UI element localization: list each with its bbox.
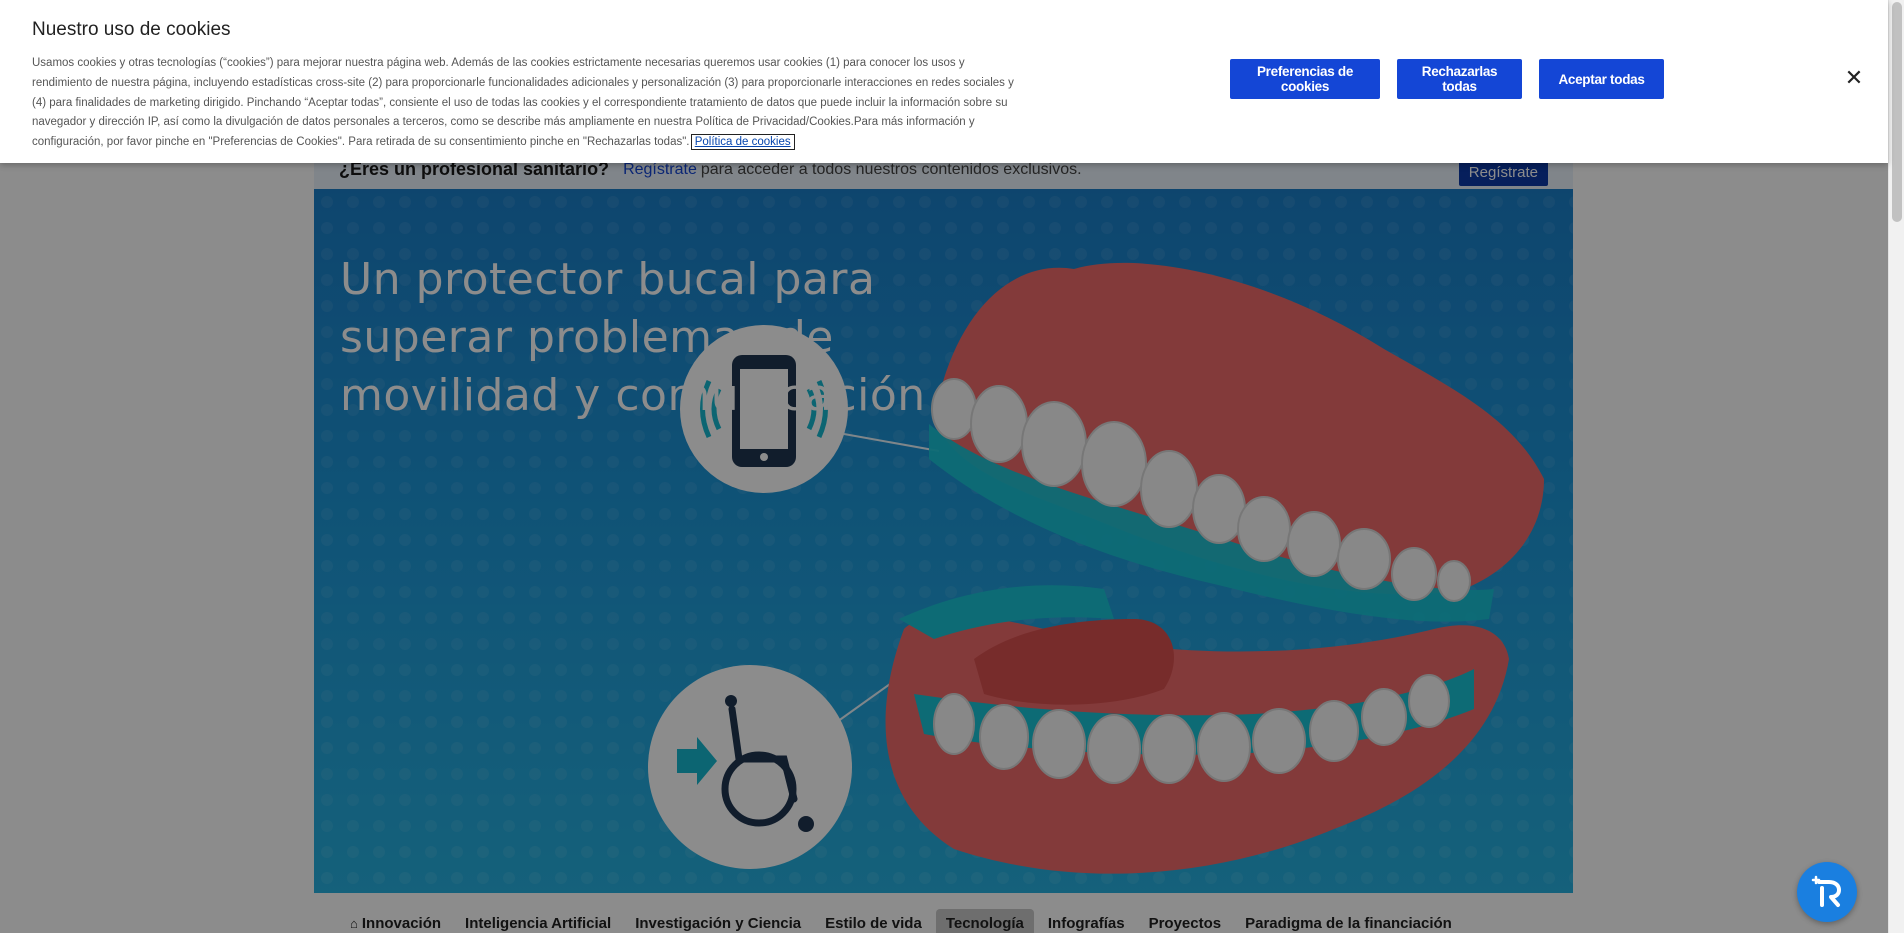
accept-all-button[interactable]: Aceptar todas <box>1539 59 1664 99</box>
assistant-button[interactable] <box>1797 862 1857 922</box>
scrollbar[interactable] <box>1888 0 1904 933</box>
close-icon[interactable]: ✕ <box>1843 67 1865 89</box>
cookie-policy-link[interactable]: Política de cookies <box>690 134 795 151</box>
cookie-description: Usamos cookies y otras tecnologías (“coo… <box>32 57 1014 149</box>
assistant-icon <box>1811 875 1841 907</box>
reject-all-button[interactable]: Rechazarlas todas <box>1397 59 1522 99</box>
cookie-banner-title: Nuestro uso de cookies <box>32 19 231 40</box>
cookie-banner-text: Usamos cookies y otras tecnologías (“coo… <box>32 54 1022 153</box>
cookie-preferences-button[interactable]: Preferencias de cookies <box>1230 59 1380 99</box>
scrollbar-thumb[interactable] <box>1892 2 1902 222</box>
cookie-banner: Nuestro uso de cookies Usamos cookies y … <box>0 0 1888 163</box>
